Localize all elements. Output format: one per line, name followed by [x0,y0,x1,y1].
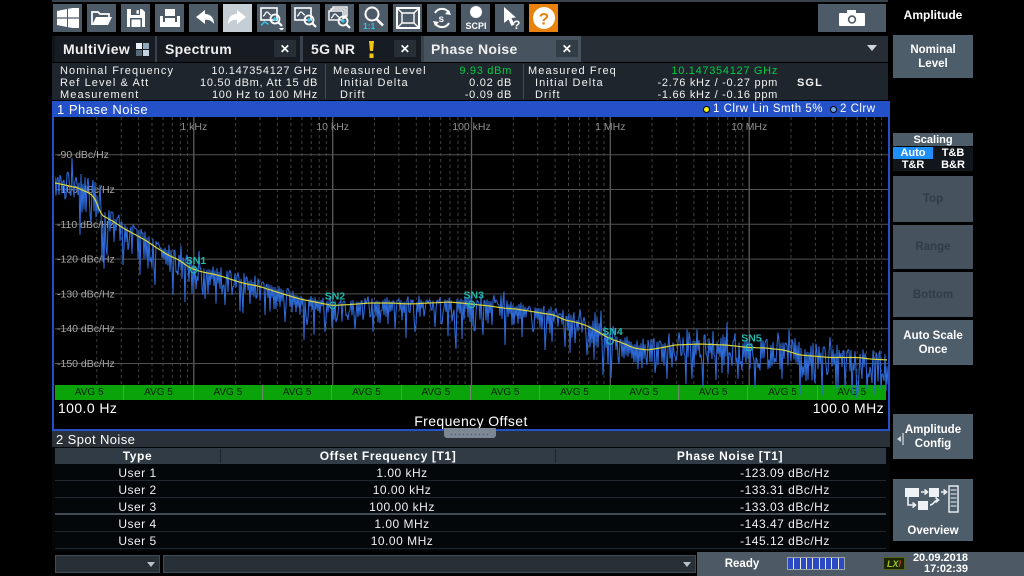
svg-text:-140 dBc/Hz: -140 dBc/Hz [57,323,115,335]
svg-text:1 MHz: 1 MHz [595,121,625,133]
svg-text:-150 dBc/Hz: -150 dBc/Hz [57,358,115,370]
svg-text:-120 dBc/Hz: -120 dBc/Hz [57,254,115,266]
svg-text:SN2: SN2 [325,290,346,302]
svg-text:1 kHz: 1 kHz [180,121,207,133]
svg-text:10 MHz: 10 MHz [731,121,767,133]
svg-text:-90 dBc/Hz: -90 dBc/Hz [57,149,109,161]
svg-text:s: s [438,14,444,25]
svg-text:SN5: SN5 [741,332,762,344]
svg-text:10 kHz: 10 kHz [316,121,349,133]
svg-text:?: ? [538,10,548,29]
svg-text:?: ? [513,18,520,30]
svg-text:SCPI: SCPI [465,21,486,31]
svg-text:1:1: 1:1 [363,21,376,30]
svg-text:SN4: SN4 [602,326,623,338]
svg-text:100 kHz: 100 kHz [452,121,491,133]
svg-text:SN3: SN3 [464,289,485,301]
svg-text:-130 dBc/Hz: -130 dBc/Hz [57,288,115,300]
svg-text:SN1: SN1 [186,255,207,267]
